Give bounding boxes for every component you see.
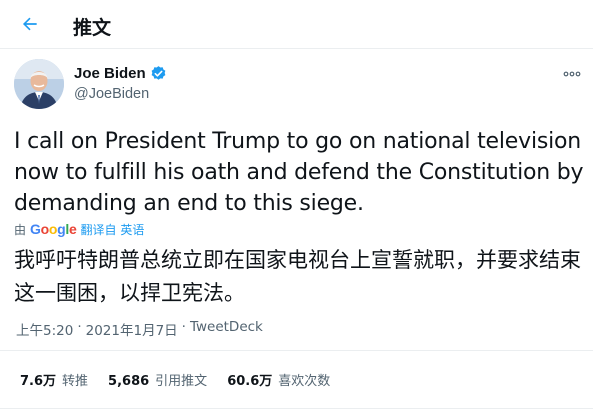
more-horizontal-icon (563, 71, 581, 77)
meta-separator: · (77, 319, 82, 335)
tweet-meta: 上午5:20 · 2021年1月7日 · TweetDeck (16, 319, 263, 339)
author-handle[interactable]: @JoeBiden (74, 86, 149, 102)
page-header: 推文 (0, 0, 593, 48)
tweet-source[interactable]: TweetDeck (190, 319, 263, 339)
header-divider (0, 48, 593, 49)
quote-tweets-label: 引用推文 (155, 374, 208, 389)
avatar[interactable] (14, 59, 64, 109)
likes-count: 60.6万 (227, 374, 273, 389)
tweet-date[interactable]: 2021年1月7日 (86, 319, 178, 339)
google-logo: Google (30, 221, 77, 237)
quote-tweets-stat[interactable]: 5,686 引用推文 (108, 370, 207, 389)
likes-label: 喜欢次数 (278, 374, 331, 389)
retweets-stat[interactable]: 7.6万 转推 (20, 370, 88, 389)
translate-source-link[interactable]: 翻译自 英语 (81, 221, 145, 238)
retweets-label: 转推 (62, 374, 89, 389)
retweets-count: 7.6万 (20, 374, 57, 389)
arrow-left-icon (22, 17, 37, 31)
tweet-time[interactable]: 上午5:20 (16, 319, 73, 339)
stats-divider (0, 408, 593, 409)
tweet-text: I call on President Trump to go on natio… (14, 129, 584, 216)
back-button[interactable] (16, 10, 44, 38)
tweet-stats: 7.6万 转推 5,686 引用推文 60.6万 喜欢次数 (20, 370, 350, 389)
translation-attribution: 由 Google 翻译自 英语 (14, 219, 144, 239)
more-options-button[interactable] (560, 66, 584, 82)
verified-badge-icon (151, 66, 166, 80)
likes-stat[interactable]: 60.6万 喜欢次数 (227, 370, 330, 389)
author-name[interactable]: Joe Biden (74, 65, 167, 82)
meta-divider (0, 350, 593, 351)
author-name-text: Joe Biden (74, 65, 146, 82)
translate-prefix: 由 (14, 222, 27, 237)
page-title: 推文 (73, 17, 112, 39)
quote-tweets-count: 5,686 (108, 374, 150, 389)
meta-separator: · (181, 319, 186, 335)
avatar-image-icon (14, 59, 64, 109)
translated-tweet-text: 我呼吁特朗普总统立即在国家电视台上宣誓就职，并要求结束这一围困，以捍卫宪法。 (14, 248, 581, 305)
